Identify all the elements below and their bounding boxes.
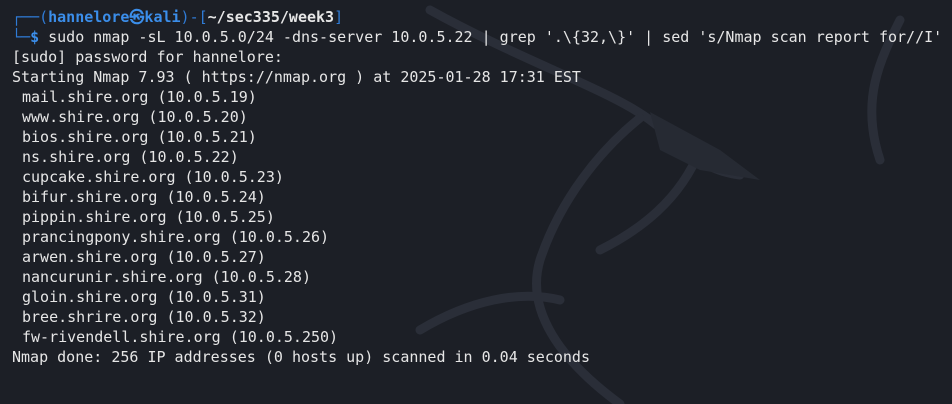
- prompt-dollar: $: [30, 28, 49, 46]
- nmap-done-line: Nmap done: 256 IP addresses (0 hosts up)…: [12, 348, 590, 366]
- host-line: mail.shire.org (10.0.5.19): [22, 88, 257, 106]
- prompt-host: kali: [144, 8, 181, 26]
- host-line: gloin.shire.org (10.0.5.31): [22, 288, 266, 306]
- host-line: cupcake.shire.org (10.0.5.23): [22, 168, 284, 186]
- host-line: www.shire.org (10.0.5.20): [22, 108, 248, 126]
- nmap-start-line: Starting Nmap 7.93 ( https://nmap.org ) …: [12, 68, 581, 86]
- host-list: mail.shire.org (10.0.5.19) www.shire.org…: [12, 87, 944, 347]
- command-text: sudo nmap -sL 10.0.5.0/24 -dns-server 10…: [48, 28, 943, 46]
- sudo-password-prompt: [sudo] password for hannelore:: [12, 48, 283, 66]
- host-line: bifur.shire.org (10.0.5.24): [22, 188, 266, 206]
- prompt-skull-icon: ㉿: [129, 8, 145, 26]
- prompt-line-1: ┌──(hannelore㉿kali)-[~/sec335/week3]: [12, 8, 344, 26]
- terminal-output[interactable]: ┌──(hannelore㉿kali)-[~/sec335/week3] └─$…: [12, 7, 944, 367]
- prompt-path: ~/sec335/week3: [207, 8, 335, 26]
- host-line: pippin.shire.org (10.0.5.25): [22, 208, 275, 226]
- host-line: fw-rivendell.shire.org (10.0.5.250): [22, 328, 339, 346]
- host-line: arwen.shire.org (10.0.5.27): [22, 248, 266, 266]
- host-line: nancurunir.shire.org (10.0.5.28): [22, 268, 311, 286]
- host-line: ns.shire.org (10.0.5.22): [22, 148, 239, 166]
- host-line: bree.shrire.org (10.0.5.32): [22, 308, 266, 326]
- terminal-window[interactable]: ┌──(hannelore㉿kali)-[~/sec335/week3] └─$…: [0, 0, 952, 404]
- host-line: prancingpony.shire.org (10.0.5.26): [22, 228, 330, 246]
- host-line: bios.shire.org (10.0.5.21): [22, 128, 257, 146]
- prompt-line-2: └─$ sudo nmap -sL 10.0.5.0/24 -dns-serve…: [12, 28, 943, 46]
- prompt-user: hannelore: [48, 8, 130, 26]
